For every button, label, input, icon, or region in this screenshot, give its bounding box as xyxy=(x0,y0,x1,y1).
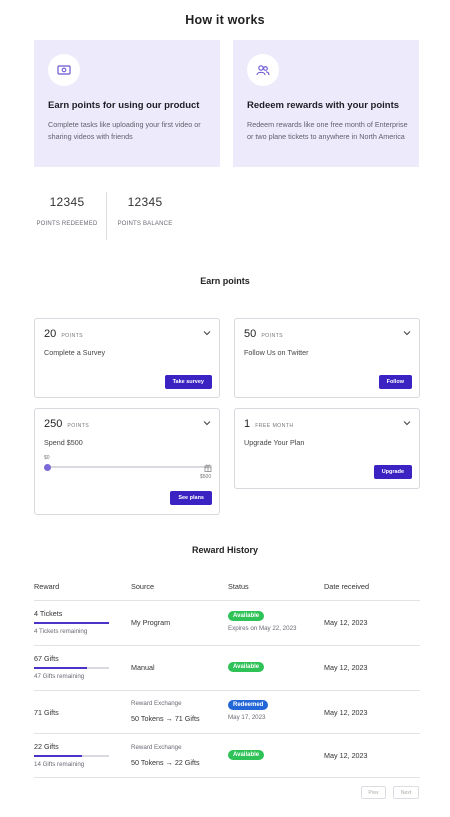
points-value: 1 xyxy=(244,418,251,430)
reward-remaining: 4 Tickets remaining xyxy=(34,628,88,635)
points-unit: POINTS xyxy=(67,423,90,429)
take-survey-button[interactable]: Take survey xyxy=(164,375,212,389)
points-balance-value: 12345 xyxy=(127,195,163,209)
date-received: May 12, 2023 xyxy=(324,708,368,717)
prev-page-button[interactable]: Prev xyxy=(361,786,386,799)
reward-name: 22 Gifts xyxy=(34,742,59,751)
money-icon xyxy=(48,54,80,86)
points-value: 50 xyxy=(244,328,257,340)
gift-icon xyxy=(204,464,212,472)
reward-source: 50 Tokens → 22 Gifts xyxy=(131,758,200,767)
reward-name: 71 Gifts xyxy=(34,708,59,717)
chevron-down-icon[interactable] xyxy=(202,328,212,338)
reward-name: 4 Tickets xyxy=(34,609,63,618)
points-redeemed-value: 12345 xyxy=(49,195,85,209)
spend-slider-track[interactable] xyxy=(47,466,209,468)
upgrade-button[interactable]: Upgrade xyxy=(373,465,412,479)
date-received: May 12, 2023 xyxy=(324,618,368,627)
earn-card-spend: 250 POINTS Spend $500 $0 $500 See plans xyxy=(34,408,220,515)
see-plans-button[interactable]: See plans xyxy=(170,491,212,505)
earn-card-survey: 20 POINTS Complete a Survey Take survey xyxy=(34,318,220,398)
table-divider xyxy=(34,690,420,691)
date-received: May 12, 2023 xyxy=(324,663,368,672)
table-divider xyxy=(34,733,420,734)
redeem-rewards-info-heading: Redeem rewards with your points xyxy=(247,100,400,111)
points-value: 250 xyxy=(44,418,63,430)
earn-card-description: Upgrade Your Plan xyxy=(244,438,305,447)
points-redeemed-stat: 12345 POINTS REDEEMED xyxy=(30,195,104,227)
reward-remaining: 47 Gifts remaining xyxy=(34,673,85,680)
chevron-down-icon[interactable] xyxy=(202,418,212,428)
points-balance-stat: 12345 POINTS BALANCE xyxy=(110,195,180,227)
status-badge: Available xyxy=(228,611,265,621)
points-unit: FREE MONTH xyxy=(255,423,294,429)
reward-progress-bar xyxy=(34,667,109,669)
reward-progress-fill xyxy=(34,667,87,669)
earn-card-points: 1 FREE MONTH xyxy=(244,418,293,430)
earn-points-info-card: Earn points for using our product Comple… xyxy=(34,40,220,167)
status-badge: Available xyxy=(228,750,265,760)
chevron-down-icon[interactable] xyxy=(402,418,412,428)
earn-card-points: 50 POINTS xyxy=(244,328,283,340)
table-divider xyxy=(34,600,420,601)
table-divider xyxy=(34,645,420,646)
points-unit: POINTS xyxy=(61,333,84,339)
reward-name: 67 Gifts xyxy=(34,654,59,663)
earn-points-info-text: Complete tasks like uploading your first… xyxy=(48,120,201,141)
next-page-button[interactable]: Next xyxy=(393,786,419,799)
reward-progress-bar xyxy=(34,755,109,757)
earn-card-points: 20 POINTS xyxy=(44,328,83,340)
points-value: 20 xyxy=(44,328,57,340)
date-received: May 12, 2023 xyxy=(324,751,368,760)
status-note: Expires on May 22, 2023 xyxy=(228,625,297,632)
earn-card-description: Spend $500 xyxy=(44,438,83,447)
points-balance-label: POINTS BALANCE xyxy=(117,221,173,227)
chevron-down-icon[interactable] xyxy=(402,328,412,338)
how-it-works-title: How it works xyxy=(185,13,265,27)
points-unit: POINTS xyxy=(261,333,284,339)
reward-remaining: 14 Gifts remaining xyxy=(34,761,85,768)
reward-history-title: Reward History xyxy=(191,545,259,555)
earn-card-description: Follow Us on Twitter xyxy=(244,348,309,357)
reward-progress-bar xyxy=(34,622,109,624)
reward-source-label: Reward Exchange xyxy=(131,744,182,751)
earn-card-description: Complete a Survey xyxy=(44,348,106,357)
reward-source: Manual xyxy=(131,663,155,672)
users-icon xyxy=(247,54,279,86)
reward-source-label: Reward Exchange xyxy=(131,700,182,707)
earn-card-points: 250 POINTS xyxy=(44,418,89,430)
redeem-rewards-info-text: Redeem rewards like one free month of En… xyxy=(247,120,408,141)
stat-divider xyxy=(106,192,107,240)
reward-progress-fill xyxy=(34,755,82,757)
earn-card-upgrade: 1 FREE MONTH Upgrade Your Plan Upgrade xyxy=(234,408,420,489)
earn-points-info-heading: Earn points for using our product xyxy=(48,100,200,111)
reward-source: My Program xyxy=(131,618,171,627)
reward-source: 50 Tokens → 71 Gifts xyxy=(131,714,200,723)
status-badge: Available xyxy=(228,662,265,672)
earn-points-title: Earn points xyxy=(200,276,250,286)
points-redeemed-label: POINTS REDEEMED xyxy=(36,221,98,227)
redeem-rewards-info-card: Redeem rewards with your points Redeem r… xyxy=(233,40,419,167)
slider-min-label: $0 xyxy=(44,455,50,461)
status-note: May 17, 2023 xyxy=(228,714,266,721)
column-header-date: Date received xyxy=(324,582,370,591)
reward-progress-fill xyxy=(34,622,109,624)
column-header-source: Source xyxy=(131,582,155,591)
spend-slider-knob[interactable] xyxy=(44,463,51,471)
follow-button[interactable]: Follow xyxy=(378,375,412,389)
slider-max-label: $500 xyxy=(200,474,212,480)
earn-card-twitter: 50 POINTS Follow Us on Twitter Follow xyxy=(234,318,420,398)
status-badge: Redeemed xyxy=(228,700,269,710)
table-divider xyxy=(34,777,420,778)
column-header-status: Status xyxy=(228,582,249,591)
column-header-reward: Reward xyxy=(34,582,60,591)
